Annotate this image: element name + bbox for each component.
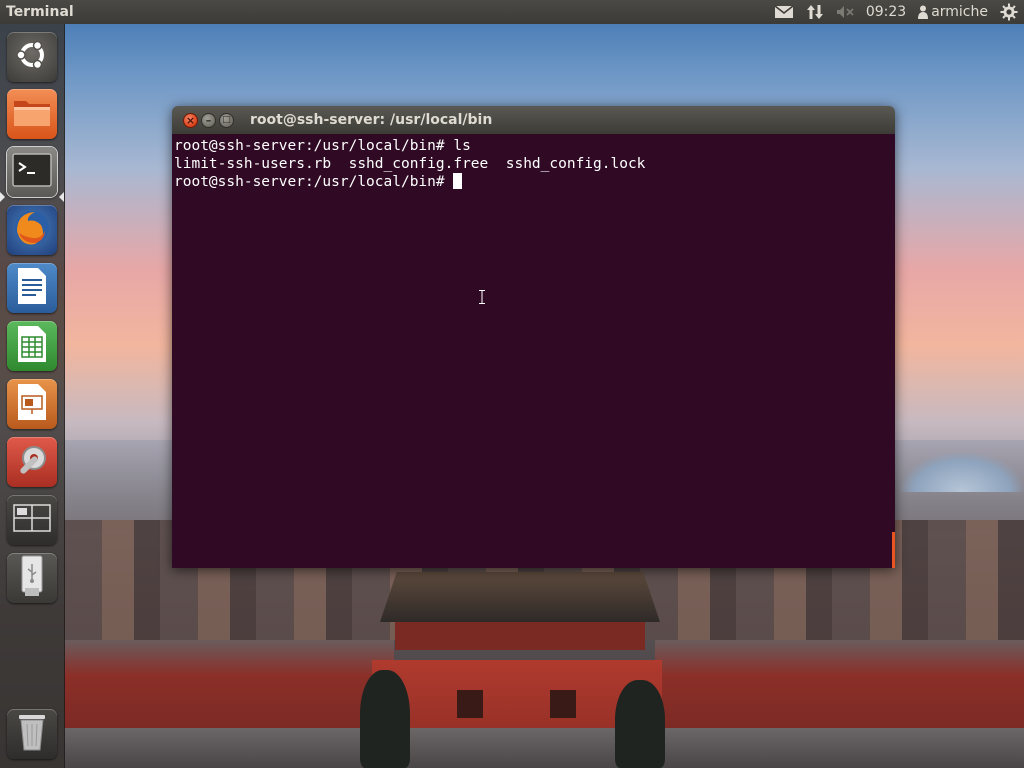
resize-grip[interactable]	[892, 532, 895, 568]
clock[interactable]: 09:23	[866, 0, 906, 24]
terminal-output[interactable]: root@ssh-server:/usr/local/bin# ls limit…	[172, 134, 895, 568]
wallpaper-tree	[615, 680, 665, 768]
window-title: root@ssh-server: /usr/local/bin	[250, 112, 493, 128]
calc-icon	[16, 325, 48, 367]
folder-icon	[12, 95, 52, 133]
panel-app-title: Terminal	[6, 4, 74, 20]
maximize-icon: □	[222, 114, 231, 125]
user-name: armiche	[931, 4, 988, 20]
launcher	[0, 24, 65, 768]
terminal-prompt-line: root@ssh-server:/usr/local/bin#	[174, 173, 895, 191]
minimize-icon: –	[205, 113, 212, 127]
wallpaper-palace-roof	[380, 572, 660, 622]
launcher-system-settings[interactable]	[7, 437, 57, 487]
ubuntu-logo-icon	[14, 37, 50, 77]
wallpaper-gate	[372, 660, 662, 768]
user-menu[interactable]: armiche	[918, 0, 988, 24]
impress-icon	[16, 383, 48, 425]
launcher-workspace-switcher[interactable]	[7, 495, 57, 545]
launcher-usb-drive[interactable]	[7, 553, 57, 603]
launcher-writer[interactable]	[7, 263, 57, 313]
network-updown-icon[interactable]	[806, 0, 824, 24]
minimize-button[interactable]: –	[201, 112, 216, 128]
mail-icon[interactable]	[774, 0, 794, 24]
wallpaper-wall-right	[655, 640, 1024, 730]
window-titlebar[interactable]: × – □ root@ssh-server: /usr/local/bin	[172, 106, 895, 134]
text-cursor	[453, 173, 463, 189]
launcher-calc[interactable]	[7, 321, 57, 371]
launcher-dash-home[interactable]	[7, 32, 57, 82]
trash-icon	[16, 712, 48, 756]
maximize-button[interactable]: □	[219, 112, 234, 128]
ibeam-cursor-icon	[479, 290, 485, 304]
writer-icon	[16, 267, 48, 309]
indicator-area: 09:23 armiche	[774, 0, 1024, 24]
wallpaper-palace-body	[395, 622, 645, 650]
terminal-window[interactable]: × – □ root@ssh-server: /usr/local/bin ro…	[172, 106, 895, 568]
gear-icon[interactable]	[1000, 0, 1018, 24]
close-button[interactable]: ×	[183, 112, 198, 128]
terminal-prompt: root@ssh-server:/usr/local/bin#	[174, 174, 454, 190]
launcher-terminal[interactable]	[7, 147, 57, 197]
terminal-line: root@ssh-server:/usr/local/bin# ls	[174, 138, 471, 154]
launcher-files[interactable]	[7, 89, 57, 139]
firefox-icon	[11, 207, 53, 253]
launcher-running-indicator	[0, 192, 5, 202]
wallpaper-dome	[900, 452, 1024, 492]
wallpaper-tree	[360, 670, 410, 768]
workspace-icon	[13, 504, 51, 536]
terminal-line: limit-ssh-users.rb sshd_config.free sshd…	[174, 156, 646, 172]
desktop: Terminal 09:23 armiche × – □ root@ssh-se…	[0, 0, 1024, 768]
wallpaper-wall-left	[64, 640, 394, 730]
volume-muted-icon[interactable]	[836, 0, 854, 24]
wallpaper-gate-door	[457, 690, 483, 718]
top-panel: Terminal 09:23 armiche	[0, 0, 1024, 24]
launcher-firefox[interactable]	[7, 205, 57, 255]
wallpaper-gate-door	[550, 690, 576, 718]
launcher-trash[interactable]	[7, 709, 57, 759]
close-icon: ×	[185, 113, 196, 127]
terminal-icon	[12, 153, 52, 191]
user-icon	[918, 5, 929, 19]
settings-icon	[12, 440, 52, 484]
launcher-focused-indicator	[59, 192, 64, 202]
usb-icon	[19, 555, 45, 601]
launcher-impress[interactable]	[7, 379, 57, 429]
wallpaper-plaza	[64, 728, 1024, 768]
